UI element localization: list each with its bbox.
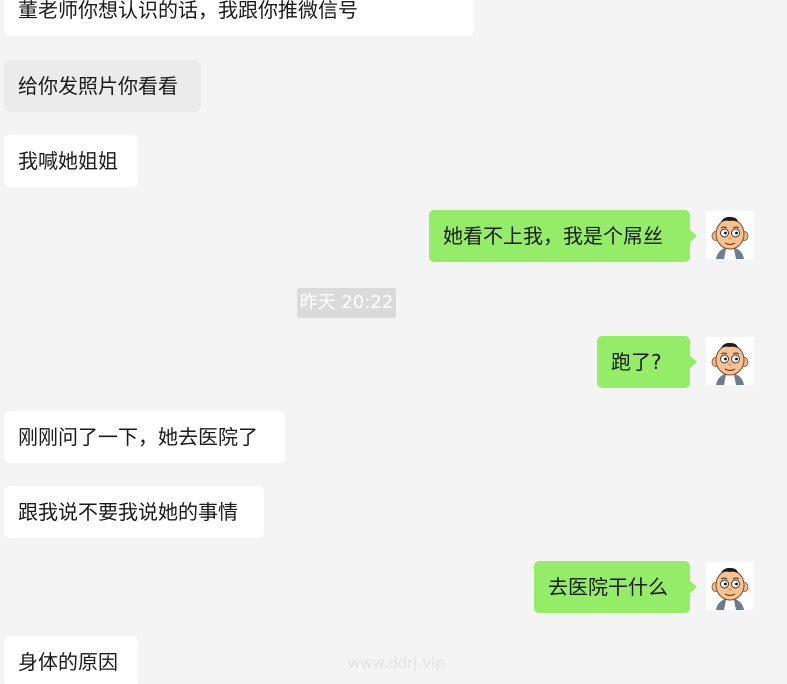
- message-bubble-incoming[interactable]: 给你发照片你看看: [4, 60, 201, 112]
- message-bubble-incoming[interactable]: 我喊她姐姐: [4, 135, 138, 187]
- user-avatar[interactable]: [706, 211, 754, 259]
- cartoon-boy-avatar-icon: [711, 342, 749, 385]
- message-bubble-outgoing[interactable]: 她看不上我，我是个屌丝: [429, 210, 697, 262]
- chat-window: 董老师你想认识的话，我跟你推微信号 给你发照片你看看 我喊她姐姐 她看不上我，我…: [0, 0, 787, 684]
- message-bubble-incoming[interactable]: 跟我说不要我说她的事情: [4, 486, 264, 538]
- message-bubble-incoming[interactable]: 身体的原因: [4, 636, 138, 684]
- cartoon-boy-avatar-icon: [711, 216, 749, 259]
- user-avatar[interactable]: [706, 562, 754, 610]
- user-avatar[interactable]: [706, 337, 754, 385]
- message-bubble-incoming[interactable]: 刚刚问了一下，她去医院了: [4, 411, 285, 463]
- message-bubble-incoming[interactable]: 董老师你想认识的话，我跟你推微信号: [4, 0, 474, 36]
- cartoon-boy-avatar-icon: [711, 567, 749, 610]
- watermark-text: www.ddrj.vip: [348, 654, 445, 672]
- message-bubble-outgoing[interactable]: 去医院干什么: [534, 561, 697, 613]
- timestamp-divider: 昨天 20:22: [297, 288, 396, 318]
- message-bubble-outgoing[interactable]: 跑了?: [597, 336, 697, 388]
